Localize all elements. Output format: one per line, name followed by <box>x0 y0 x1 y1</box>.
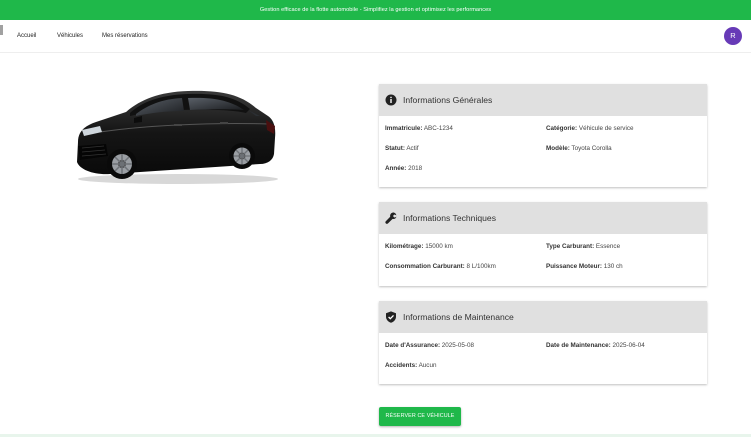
car-image <box>77 90 278 184</box>
top-navigation: Accueil Véhicules Mes réservations <box>0 20 751 53</box>
nav-item-mes-reservations[interactable]: Mes réservations <box>102 20 148 53</box>
field-puissance: Puissance Moteur: 130 ch <box>546 263 623 270</box>
field-accidents: Accidents: Aucun <box>385 362 437 369</box>
technical-info-header: Informations Techniques <box>379 202 707 234</box>
general-info-header: Informations Générales <box>379 84 707 116</box>
nav-item-vehicules[interactable]: Véhicules <box>57 20 83 53</box>
general-info-title: Informations Générales <box>403 95 493 105</box>
field-statut: Statut: Actif <box>385 145 419 152</box>
field-kilometrage: Kilométrage: 15000 km <box>385 243 453 250</box>
maintenance-info-card: Informations de Maintenance Date d'Assur… <box>379 301 707 384</box>
field-date-maintenance: Date de Maintenance: 2025-06-04 <box>546 342 645 349</box>
field-modele: Modèle: Toyota Corolla <box>546 145 612 152</box>
shield-check-icon <box>386 311 396 323</box>
maintenance-info-title: Informations de Maintenance <box>403 312 514 322</box>
maintenance-info-header: Informations de Maintenance <box>379 301 707 333</box>
info-icon <box>385 94 397 106</box>
top-banner: Gestion efficace de la flotte automobile… <box>0 0 751 20</box>
general-info-card: Informations Générales Immatricule: ABC-… <box>379 84 707 187</box>
field-categorie: Catégorie: Véhicule de service <box>546 125 634 132</box>
field-annee: Année: 2018 <box>385 165 423 172</box>
field-date-assurance: Date d'Assurance: 2025-05-08 <box>385 342 475 349</box>
user-avatar[interactable]: R <box>724 27 742 45</box>
technical-info-title: Informations Techniques <box>403 213 496 223</box>
drawer-handle[interactable] <box>0 25 3 35</box>
field-type-carburant: Type Carburant: Essence <box>546 243 621 250</box>
reserve-vehicle-button[interactable]: RÉSERVER CE VÉHICULE <box>379 407 461 426</box>
field-consommation: Consommation Carburant: 8 L/100km <box>385 263 496 270</box>
field-immatricule: Immatricule: ABC-1234 <box>385 125 453 132</box>
wrench-icon <box>385 212 397 224</box>
technical-info-card: Informations Techniques Kilométrage: 150… <box>379 202 707 286</box>
nav-item-accueil[interactable]: Accueil <box>17 20 36 53</box>
